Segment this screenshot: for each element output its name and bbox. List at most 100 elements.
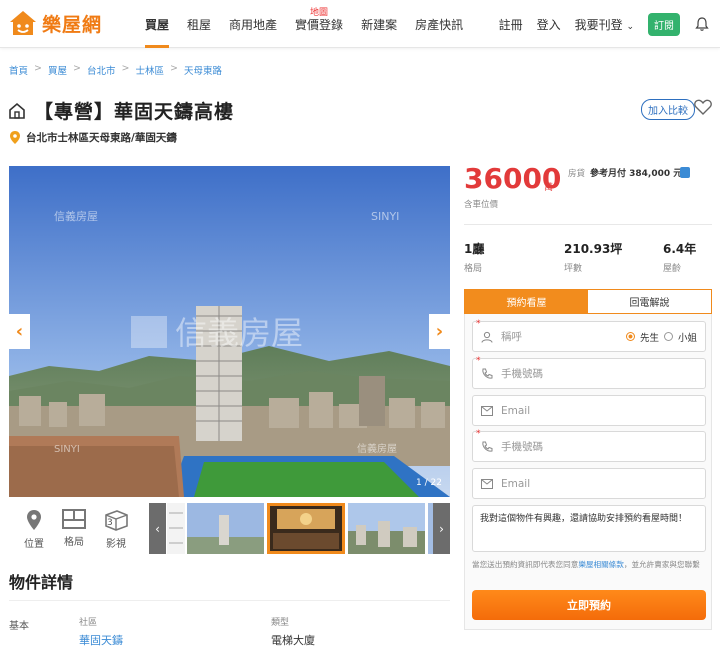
stat-layout-value: 1廳 [464, 242, 485, 256]
map-pin-icon [27, 510, 41, 530]
book-now-button[interactable]: 立即預約 [472, 590, 706, 620]
thumb-image [348, 503, 425, 554]
consent-pre: 當您送出預約資訊即代表您同意 [472, 560, 579, 569]
gender-male-radio[interactable] [625, 332, 635, 341]
phone-field[interactable]: * 手機號碼 [472, 356, 706, 389]
message-textarea[interactable]: 我對這個物件有興趣，還請協助安排預約看屋時間！ [472, 505, 706, 552]
address-text: 台北市士林區天母東路/華固天鑄 [26, 132, 177, 144]
stat-age-value: 6.4年 [663, 242, 697, 256]
nav-news[interactable]: 房產快訊 [406, 0, 472, 48]
breadcrumb-separator: > [34, 63, 42, 74]
email-field[interactable]: Email [472, 395, 706, 426]
home-outline-icon [9, 102, 25, 119]
price-unit: 萬 [544, 183, 554, 193]
add-to-compare-button[interactable]: 加入比較 [641, 99, 695, 120]
nav-commercial-label: 商用地產 [229, 17, 278, 32]
breadcrumb-city[interactable]: 台北市 [87, 63, 116, 77]
photo-next-button[interactable]: › [429, 314, 450, 349]
nav-buy-label: 買屋 [145, 17, 170, 32]
thumb-prev-button[interactable]: ‹ [149, 503, 166, 554]
breadcrumb-home[interactable]: 首頁 [9, 63, 28, 77]
subscribe-button[interactable]: 訂閱 [648, 12, 680, 36]
thumbnail-selected[interactable] [267, 503, 345, 554]
type-label: 類型 [271, 618, 290, 628]
nav-map-badge: 地圖 [310, 8, 329, 18]
price-note: 含車位價 [464, 200, 499, 210]
nav-actual-price-label: 實價登錄 [295, 17, 344, 32]
calculator-icon[interactable] [680, 167, 690, 178]
site-logo[interactable]: 樂屋網 [8, 9, 102, 37]
watermark-center: 信義房屋 [175, 314, 303, 352]
phone-field-2[interactable]: * 手機號碼 [472, 429, 706, 462]
tab-callback[interactable]: 回電解說 [588, 290, 711, 313]
phone-icon [482, 441, 493, 452]
stat-area-value: 210.93坪 [564, 242, 623, 256]
breadcrumb-road[interactable]: 天母東路 [184, 63, 222, 77]
name-field[interactable]: * 稱呼 先生 小姐 [472, 319, 706, 352]
location-pin-icon [10, 131, 20, 144]
thumbnail[interactable] [348, 503, 425, 554]
mail-icon [481, 478, 493, 489]
mail-icon [481, 405, 493, 416]
tool-video-badge: 3 [107, 518, 113, 528]
breadcrumb-buy[interactable]: 買屋 [48, 63, 67, 77]
details-section-title: 物件詳情 [9, 573, 74, 592]
tool-video-label: 影視 [106, 539, 126, 550]
breadcrumb-district[interactable]: 士林區 [135, 63, 164, 77]
terms-link[interactable]: 樂屋相關條款 [578, 560, 624, 569]
chevron-right-icon: › [435, 321, 444, 342]
watermark-logo-box [131, 316, 167, 348]
phone-placeholder: 手機號碼 [501, 368, 543, 380]
floorplan-icon [62, 509, 86, 529]
phone2-placeholder: 手機號碼 [501, 441, 543, 453]
stat-age-label: 屋齡 [663, 264, 682, 274]
email-field-2[interactable]: Email [472, 468, 706, 499]
register-link[interactable]: 註冊 [499, 16, 523, 33]
tool-floorplan[interactable]: 格局 [59, 509, 89, 548]
gender-female-label: 小姐 [677, 332, 697, 344]
nav-new-projects[interactable]: 新建案 [352, 0, 406, 48]
post-ad-menu[interactable]: 我要刊登 ⌄ [575, 16, 634, 33]
required-mark: * [476, 429, 481, 439]
listing-address: 台北市士林區天母東路/華固天鑄 [10, 130, 177, 145]
nav-rent[interactable]: 租屋 [178, 0, 220, 48]
name-placeholder: 稱呼 [501, 331, 522, 343]
community-value-link[interactable]: 華固天鑄 [79, 632, 123, 648]
email2-placeholder: Email [501, 477, 531, 490]
thumbnail[interactable] [167, 503, 185, 554]
thumb-image [167, 503, 185, 554]
photo-prev-button[interactable]: ‹ [9, 314, 30, 349]
bell-icon[interactable] [694, 16, 710, 32]
logo-text: 樂屋網 [42, 13, 103, 36]
basic-label: 基本 [9, 621, 29, 632]
tab-booking[interactable]: 預約看屋 [465, 290, 588, 313]
divider [464, 224, 712, 225]
thumb-next-button[interactable]: › [433, 503, 450, 554]
tool-video[interactable]: 3 影視 [101, 509, 131, 550]
login-link[interactable]: 登入 [537, 16, 561, 33]
gender-female-radio[interactable] [663, 332, 673, 341]
chevron-left-icon: ‹ [155, 521, 160, 536]
contact-tabs: 預約看屋 回電解說 [464, 289, 712, 314]
user-icon [481, 331, 493, 343]
booking-form: * 稱呼 先生 小姐 * 手機號碼 Email * 手機號碼 Email 我對這… [464, 314, 712, 630]
watermark-right: SINYI [371, 210, 399, 223]
top-navigation-bar: 樂屋網 買屋 租屋 商用地產 地圖 實價登錄 新建案 房產快訊 註冊 登入 我要… [0, 0, 720, 48]
phone-icon [482, 368, 493, 379]
chevron-down-icon: ⌄ [626, 21, 634, 32]
nav-actual-price[interactable]: 地圖 實價登錄 [286, 0, 352, 48]
stat-area-label: 坪數 [564, 264, 583, 274]
loan-monthly-payment: 參考月付 384,000 元 [590, 169, 683, 179]
thumbnail[interactable] [187, 503, 264, 554]
loan-label: 房貸 [568, 169, 586, 179]
divider [9, 600, 450, 601]
nav-commercial[interactable]: 商用地產 [220, 0, 286, 48]
heart-favorite-icon[interactable] [694, 99, 712, 115]
tool-location[interactable]: 位置 [19, 509, 49, 550]
nav-buy[interactable]: 買屋 [136, 0, 178, 48]
house-logo-icon [10, 11, 36, 35]
consent-post: ，並允許賣家與您聯繫 [623, 560, 700, 569]
breadcrumb-separator: > [121, 63, 130, 74]
tool-floorplan-label: 格局 [64, 537, 84, 548]
main-photo[interactable]: 信義房屋 SINYI 信義房屋 SINYI 信義房屋 [9, 166, 450, 497]
